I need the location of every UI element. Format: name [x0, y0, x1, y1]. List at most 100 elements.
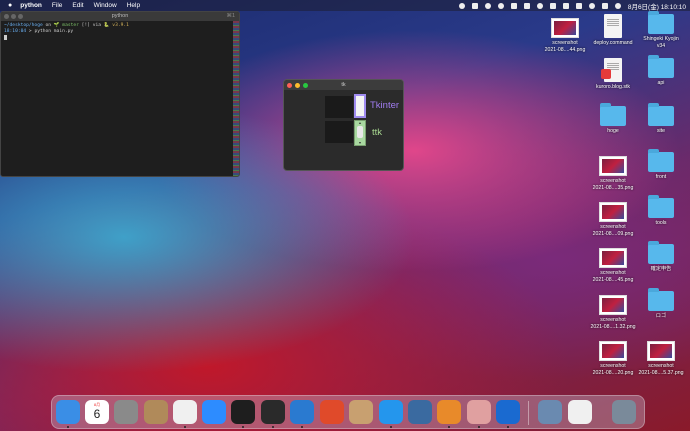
desktop-item-screenshot-5[interactable]: screenshot 2021-08....1.32.png — [589, 291, 637, 330]
folder-icon — [648, 55, 674, 78]
input-source-icon[interactable] — [562, 2, 569, 9]
ttk-scrollbar[interactable]: ▲ ▼ — [354, 120, 366, 146]
desktop-item-hoge[interactable]: hoge — [589, 103, 637, 135]
dock-quicktime-icon[interactable] — [408, 400, 432, 424]
document-file-icon — [604, 14, 622, 38]
terminal-window[interactable]: python ⌘1 ~/desktop/hoge on 🌱 master [!]… — [0, 11, 240, 177]
status-grid-icon[interactable] — [523, 2, 530, 9]
dock-preview-icon[interactable] — [467, 400, 491, 428]
zoom-button[interactable] — [18, 14, 23, 19]
dock-docker-icon[interactable] — [379, 400, 403, 428]
image-file-icon — [599, 295, 627, 315]
prompt-version: 🐍 v3.9.1 — [103, 23, 129, 28]
zoom-button[interactable] — [303, 82, 308, 88]
apple-menu-icon[interactable]: ● — [8, 2, 12, 9]
desktop-item-logo[interactable]: ロゴ — [637, 288, 685, 320]
menu-edit[interactable]: Edit — [72, 2, 83, 9]
document-file-icon — [601, 58, 622, 82]
dock-document-icon[interactable] — [568, 400, 592, 424]
ttk-scrollbar-thumb[interactable] — [357, 126, 363, 138]
dock-finder-icon[interactable] — [56, 400, 80, 428]
terminal-output[interactable]: ~/desktop/hoge on 🌱 master [!] via 🐍 v3.… — [1, 21, 239, 44]
desktop-item-screenshot-3[interactable]: screenshot 2021-08....09.png — [589, 198, 637, 237]
status-p-icon[interactable] — [471, 2, 478, 9]
minimize-button[interactable] — [11, 14, 16, 19]
close-button[interactable] — [287, 82, 292, 88]
running-indicator — [272, 426, 274, 428]
menu-bar: ● python File Edit Window Help 8月6日(金) 1… — [0, 0, 690, 11]
desktop-item-kakutei[interactable]: 確定申告 — [637, 241, 685, 273]
bluetooth-icon[interactable] — [549, 2, 556, 9]
desktop-item-label: screenshot 2021-08....1.32.png — [590, 317, 636, 330]
dock-trash-icon[interactable] — [612, 400, 636, 424]
desktop-item-api[interactable]: api — [637, 55, 685, 87]
dock-downloads-icon[interactable] — [538, 400, 562, 424]
image-file-icon — [599, 248, 627, 268]
dock-terminal-icon[interactable] — [261, 400, 285, 428]
tk-text-area[interactable] — [325, 96, 353, 118]
desktop-item-kuroro-blog[interactable]: kuroro.blog.stk — [589, 58, 637, 91]
desktop-item-tools[interactable]: tools — [637, 195, 685, 227]
prompt-command: > python main.py — [26, 29, 74, 34]
desktop-item-site[interactable]: site — [637, 103, 685, 135]
desktop-item-screenshot-7[interactable]: screenshot 2021-08....5.37.png — [637, 337, 685, 376]
desktop-item-label: kuroro.blog.stk — [595, 84, 631, 90]
dock-vscode-icon[interactable] — [290, 400, 314, 428]
clock[interactable]: 8月6日(金) 18:10:10 — [628, 1, 686, 11]
desktop-item-label: hoge — [607, 128, 619, 134]
ttk-text-area[interactable] — [325, 121, 353, 143]
menu-help[interactable]: Help — [127, 2, 140, 9]
tk-scrollbar[interactable] — [354, 94, 366, 118]
desktop-item-front[interactable]: front — [637, 149, 685, 181]
desktop-item-screenshot-2[interactable]: screenshot 2021-08....35.png — [589, 152, 637, 191]
desktop-item-deploy-command[interactable]: deploy.command — [589, 14, 637, 47]
calendar-day: 6 — [93, 407, 101, 421]
menu-file[interactable]: File — [52, 2, 62, 9]
dock-zoom-icon[interactable] — [202, 400, 226, 424]
dock-reporter-icon[interactable] — [320, 400, 344, 424]
wifi-icon[interactable] — [536, 2, 543, 9]
prompt-time: 18:10:04 — [4, 29, 27, 34]
status-box-icon[interactable] — [510, 2, 517, 9]
folder-icon — [648, 103, 674, 126]
battery-icon[interactable] — [575, 2, 582, 9]
terminal-titlebar[interactable]: python ⌘1 — [1, 12, 239, 21]
desktop-item-screenshot-1[interactable]: screenshot 2021-08....44.png — [541, 14, 589, 53]
tk-label: Tkinter — [370, 100, 400, 111]
menu-window[interactable]: Window — [94, 2, 117, 9]
dock-activity-monitor-icon[interactable] — [231, 400, 255, 428]
running-indicator — [67, 426, 69, 428]
dock-system-preferences-icon[interactable] — [114, 400, 138, 424]
dock-calendar-icon[interactable]: 8月 6 — [85, 400, 109, 424]
dock-contacts-icon[interactable] — [144, 400, 168, 424]
status-circle-icon[interactable] — [458, 2, 465, 9]
status-cloud-icon[interactable] — [497, 2, 504, 9]
tk-window[interactable]: tk Tkinter ▲ ▼ ttk — [283, 79, 404, 171]
dock-sourcetree-icon[interactable] — [437, 400, 461, 428]
image-file-icon — [599, 156, 627, 176]
desktop-item-screenshot-6[interactable]: screenshot 2021-08....20.png — [589, 337, 637, 376]
desktop-item-screenshot-4[interactable]: screenshot 2021-08....45.png — [589, 244, 637, 283]
spotlight-icon[interactable] — [588, 2, 595, 9]
dock: 8月 6 — [51, 395, 645, 429]
ttk-scroll-up-icon[interactable]: ▲ — [355, 121, 365, 125]
tk-titlebar[interactable]: tk — [284, 80, 403, 90]
status-shield-icon[interactable] — [484, 2, 491, 9]
desktop-item-shingeki-kyojin[interactable]: Shingeki Kyojin v34 — [637, 11, 685, 49]
ttk-scroll-down-icon[interactable]: ▼ — [355, 141, 365, 145]
menu-app-name[interactable]: python — [20, 2, 42, 9]
siri-icon[interactable] — [614, 2, 621, 9]
folder-icon — [648, 149, 674, 172]
terminal-scrollback-stripes — [233, 21, 239, 176]
folder-icon — [600, 103, 626, 126]
dock-infinity-icon[interactable] — [496, 400, 520, 428]
desktop-item-label: screenshot 2021-08....5.37.png — [638, 363, 684, 376]
terminal-title: python — [111, 13, 129, 19]
tk-scrollbar-thumb[interactable] — [356, 96, 364, 116]
dock-chrome-icon[interactable] — [173, 400, 197, 428]
app-badge-icon — [601, 69, 611, 79]
dock-archive-utility-icon[interactable] — [349, 400, 373, 424]
control-center-icon[interactable] — [601, 2, 608, 9]
close-button[interactable] — [4, 14, 9, 19]
minimize-button[interactable] — [295, 82, 300, 88]
